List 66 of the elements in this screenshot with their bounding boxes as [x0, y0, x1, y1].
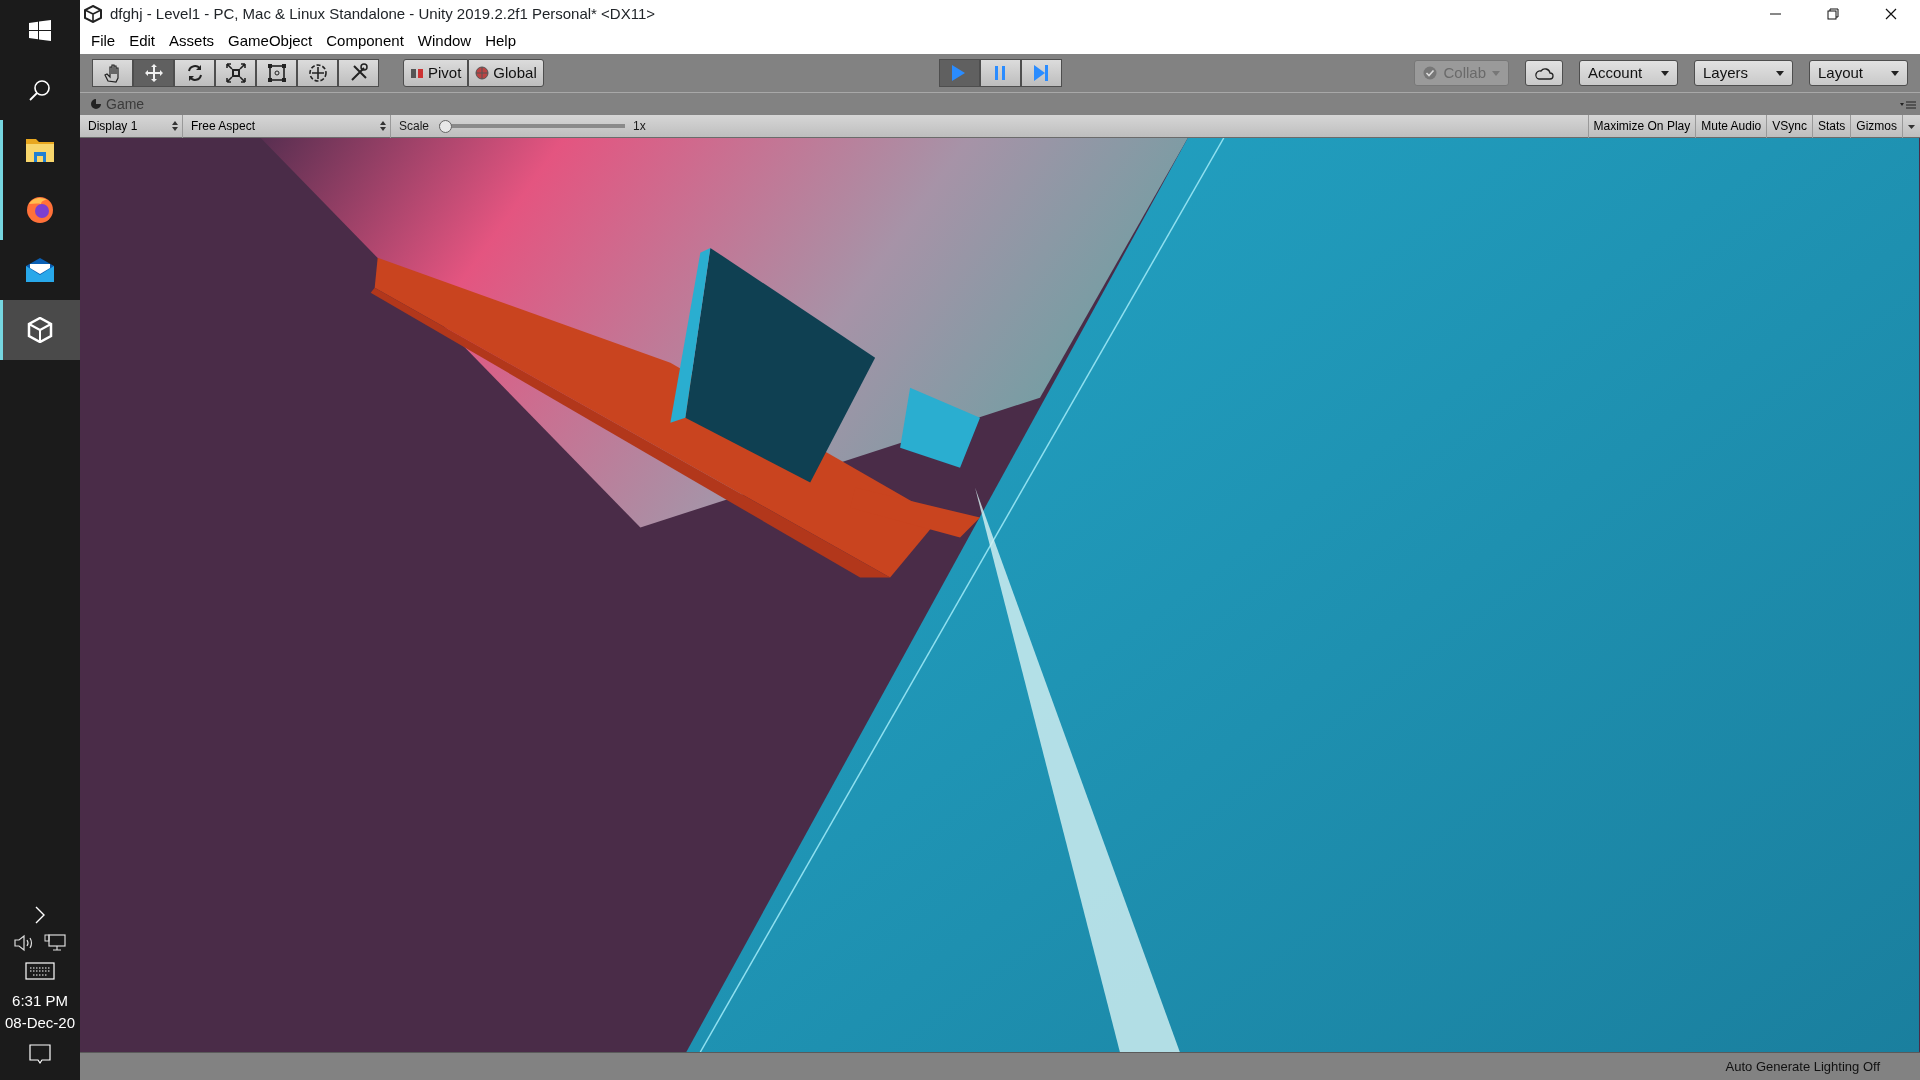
- menu-item[interactable]: Component: [319, 29, 411, 53]
- menu-item[interactable]: Edit: [122, 29, 163, 53]
- global-button[interactable]: Global: [468, 59, 544, 87]
- panel-menu-icon[interactable]: [1900, 99, 1916, 110]
- playback-button[interactable]: [938, 59, 980, 87]
- transform-tool-icon: [307, 63, 328, 83]
- cloud-icon: [1534, 66, 1554, 80]
- menu-item[interactable]: GameObject: [221, 29, 320, 53]
- slider-thumb[interactable]: [439, 119, 453, 133]
- close-icon: [1885, 8, 1897, 20]
- start-icon: [29, 19, 51, 41]
- step-icon: [1031, 63, 1051, 83]
- move-arrows-icon: [143, 63, 164, 83]
- pivot-icon: [410, 66, 424, 80]
- tool-button[interactable]: [133, 59, 174, 87]
- playback-button[interactable]: [1020, 59, 1062, 87]
- mail-icon: [26, 258, 54, 282]
- menu-item[interactable]: File: [84, 29, 123, 53]
- rect-tool-icon: [266, 63, 287, 83]
- folder-icon: [26, 137, 54, 163]
- scale-label: Scale: [399, 118, 430, 135]
- dropdown-button[interactable]: Account: [1579, 60, 1678, 86]
- dropdown-button[interactable]: Layout: [1809, 60, 1908, 86]
- tool-button[interactable]: [174, 59, 215, 87]
- caret-icon: [1492, 70, 1500, 76]
- network-monitor-icon[interactable]: [44, 934, 66, 952]
- menu-item[interactable]: Help: [478, 29, 524, 53]
- clock-time: 6:31 PM: [11, 991, 69, 1011]
- menu-item[interactable]: Window: [410, 29, 479, 53]
- playback-button[interactable]: [979, 59, 1021, 87]
- dropdown-button[interactable]: Layers: [1694, 60, 1793, 86]
- scale-icon: [225, 63, 246, 83]
- caret-icon: [1891, 70, 1899, 76]
- clock-date: 08-Dec-20: [4, 1013, 75, 1033]
- check-icon: [1423, 66, 1438, 80]
- tool-button[interactable]: [92, 59, 133, 87]
- aspect-dropdown[interactable]: Free Aspect: [183, 114, 391, 138]
- updown-arrows-icon: [172, 121, 178, 131]
- browser-icon: [26, 196, 54, 224]
- cloud-button[interactable]: [1525, 60, 1563, 86]
- notification-icon[interactable]: [29, 1044, 51, 1066]
- toggle-button[interactable]: VSync: [1766, 114, 1812, 138]
- toggle-button[interactable]: Gizmos: [1850, 114, 1902, 138]
- caret-icon: [1776, 70, 1784, 76]
- window-title: dfghj - Level1 - PC, Mac & Linux Standalone - Unity 2019.2.2f1 Personal* <DX11>: [110, 3, 656, 24]
- tool-button[interactable]: [297, 59, 338, 87]
- keyboard-icon[interactable]: [25, 962, 55, 980]
- display-dropdown[interactable]: Display 1: [80, 114, 183, 138]
- toggle-button[interactable]: Maximize On Play: [1587, 114, 1696, 138]
- toggle-button[interactable]: Stats: [1811, 114, 1851, 138]
- status-message: Auto Generate Lighting Off: [1725, 1057, 1880, 1076]
- search-icon: [29, 79, 51, 101]
- updown-arrows-icon: [380, 121, 386, 131]
- caret-icon: [1908, 124, 1915, 129]
- globe-icon: [475, 66, 490, 80]
- scale-value: 1x: [633, 118, 646, 135]
- taskbar-button[interactable]: [0, 300, 80, 360]
- tool-button[interactable]: [338, 59, 379, 87]
- toggle-button[interactable]: Mute Audio: [1695, 114, 1767, 138]
- chevron-right-icon[interactable]: [35, 906, 45, 924]
- caret-icon: [1661, 70, 1669, 76]
- pivot-button[interactable]: Pivot: [403, 59, 469, 87]
- tool-button[interactable]: [215, 59, 256, 87]
- restore-icon: [1827, 8, 1839, 20]
- menu-item[interactable]: Assets: [162, 29, 222, 53]
- tool-button[interactable]: [256, 59, 297, 87]
